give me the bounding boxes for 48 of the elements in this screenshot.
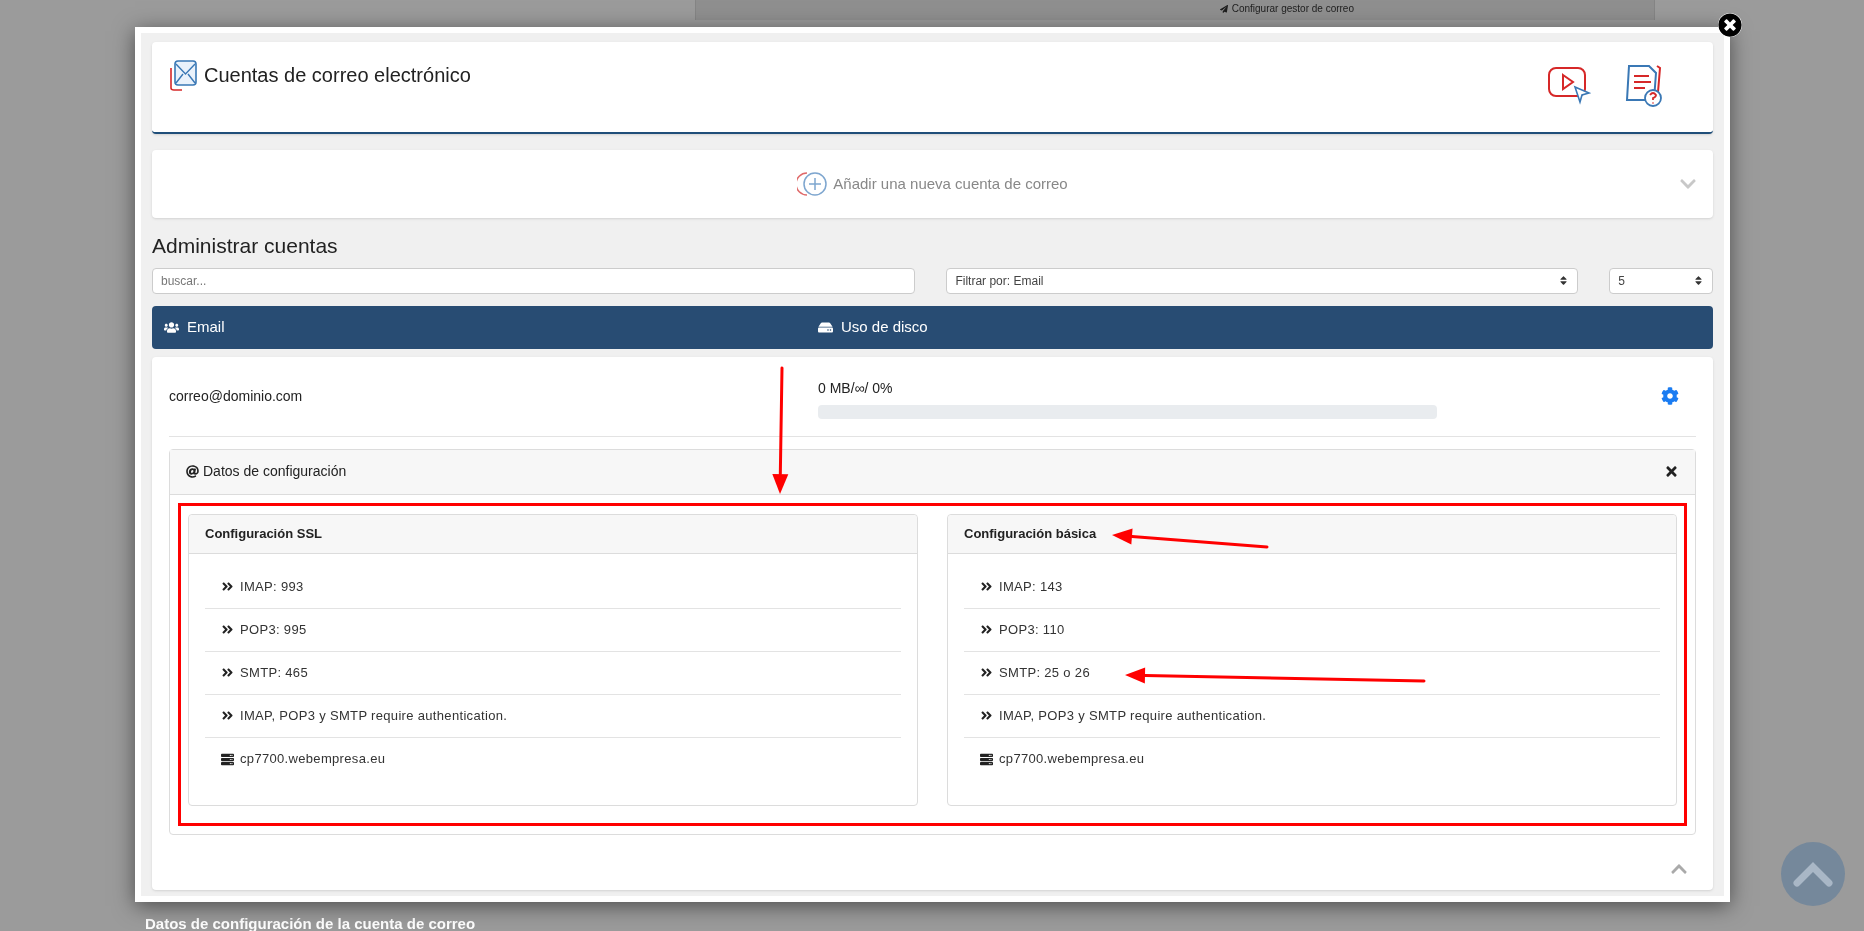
section-title: Administrar cuentas [152, 234, 338, 257]
config-item-text: POP3: 995 [240, 620, 307, 639]
double-chevron-icon [980, 666, 993, 679]
panel-header: Configuración SSL [189, 514, 917, 554]
server-icon [221, 752, 234, 766]
filter-select[interactable]: Filtrar por: Email [946, 267, 1579, 294]
config-item-text: SMTP: 25 o 26 [999, 663, 1090, 682]
config-item-text: cp7700.webempresa.eu [240, 750, 386, 769]
background-link[interactable]: Configurar gestor de correo [1219, 1, 1354, 16]
server-icon [980, 752, 993, 766]
chevron-up-icon [1793, 861, 1833, 887]
disk-usage-text: 0 MB/∞/ 0% [818, 378, 894, 398]
config-item-text: IMAP: 993 [240, 577, 304, 596]
page-size-select[interactable]: 5 [1609, 267, 1713, 294]
config-title: Datos de configuración [203, 462, 347, 481]
config-item-text: IMAP, POP3 y SMTP require authentication. [240, 706, 508, 725]
close-icon[interactable] [1664, 464, 1679, 479]
double-chevron-icon [980, 580, 993, 593]
config-item-text: cp7700.webempresa.eu [999, 750, 1145, 769]
double-chevron-icon [980, 623, 993, 636]
sort-arrows-icon [1558, 275, 1570, 286]
paper-plane-icon [1219, 4, 1228, 13]
double-chevron-icon [221, 580, 234, 593]
sort-arrows-icon [1693, 275, 1704, 286]
double-chevron-icon [221, 709, 234, 722]
envelope-icon [168, 58, 198, 92]
modal-title: Cuentas de correo electrónico [204, 63, 471, 88]
users-icon [164, 319, 179, 335]
double-chevron-icon [221, 623, 234, 636]
config-item-text: SMTP: 465 [240, 663, 308, 682]
add-account-bar[interactable]: Añadir una nueva cuenta de correo [152, 150, 1713, 218]
config-item-text: IMAP, POP3 y SMTP require authentication. [999, 706, 1267, 725]
config-item-text: IMAP: 143 [999, 577, 1063, 596]
panel-header: Configuración básica [948, 514, 1676, 554]
document-help-icon[interactable] [1623, 62, 1665, 108]
double-chevron-icon [221, 666, 234, 679]
column-header: Email [187, 316, 225, 337]
at-sign-icon [186, 465, 199, 478]
plus-circle-icon [797, 170, 830, 198]
account-email: correo@dominio.com [169, 386, 304, 406]
close-button[interactable] [1718, 13, 1742, 37]
column-header: Uso de disco [841, 316, 928, 337]
config-item-text: POP3: 110 [999, 620, 1065, 639]
video-play-icon[interactable] [1547, 65, 1591, 105]
search-field[interactable]: buscar... [152, 267, 916, 294]
settings-icon[interactable] [1661, 387, 1679, 405]
double-chevron-icon [980, 709, 993, 722]
add-account-label[interactable]: Añadir una nueva cuenta de correo [833, 172, 1068, 196]
